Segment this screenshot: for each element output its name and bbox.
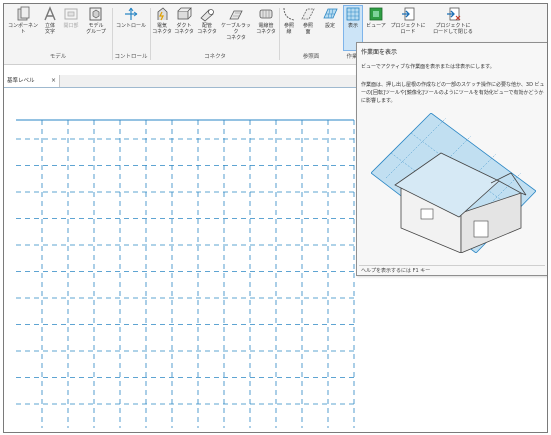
grid-plane-icon bbox=[323, 8, 338, 19]
conduit-label-2: コネクタ bbox=[256, 29, 276, 35]
reference-plane-tool[interactable]: 参照 面 bbox=[298, 6, 318, 50]
model-text-icon bbox=[44, 6, 56, 21]
duct-connector-tool[interactable]: ダクト コネクタ bbox=[173, 6, 195, 50]
ribbon-separator bbox=[279, 8, 280, 60]
reference-plane-icon bbox=[301, 8, 315, 20]
cable-tray-label-2: コネクタ bbox=[226, 35, 246, 41]
show-label: 表示 bbox=[347, 23, 358, 29]
electrical-connector-icon bbox=[157, 7, 168, 21]
ribbon-separator bbox=[150, 8, 151, 60]
component-icon bbox=[17, 6, 30, 21]
set-label: 設定 bbox=[324, 23, 335, 29]
load-and-close-icon bbox=[447, 7, 461, 21]
opening-icon bbox=[64, 8, 78, 20]
model-group-label-2: グループ bbox=[86, 29, 106, 35]
pipe-connector-icon bbox=[200, 9, 214, 22]
group-label-connector: コネクタ bbox=[204, 54, 226, 60]
show-grid-icon bbox=[346, 7, 360, 21]
tooltip-detail: 作業面は、押し出し屋根の作成などの一部のスケッチ操作に必要な他か、3D ビューの… bbox=[361, 82, 545, 104]
tooltip-divider bbox=[359, 265, 545, 266]
tab-ref-level[interactable]: 基準レベル × bbox=[4, 75, 60, 87]
cable-tray-label-1: ケーブルラック bbox=[221, 23, 251, 35]
electrical-connector-tool[interactable]: 電気 コネクタ bbox=[152, 6, 172, 50]
viewer-icon bbox=[369, 7, 383, 21]
group-label-model: モデル bbox=[49, 54, 67, 60]
ref-line-label-2: 線 bbox=[286, 29, 292, 35]
viewer-label: ビューア bbox=[366, 23, 386, 29]
component-label: コンポーネント bbox=[7, 23, 38, 35]
group-label-control: コントロール bbox=[114, 54, 148, 60]
house-work-plane-illustration bbox=[371, 113, 536, 253]
tooltip-title: 作業面を表示 bbox=[361, 49, 398, 56]
opening-label: 開口部 bbox=[63, 23, 79, 29]
load-into-project-icon bbox=[402, 7, 415, 21]
tooltip: 作業面を表示 ビューでアクティブな作業面を表示または非表示にします。 作業面は、… bbox=[356, 42, 547, 276]
tab-label: 基準レベル bbox=[7, 78, 35, 84]
load-close-label-2: ロードして閉じる bbox=[433, 29, 473, 35]
electrical-label-2: コネクタ bbox=[152, 29, 172, 35]
duct-label-2: コネクタ bbox=[174, 29, 194, 35]
pipe-label-2: コネクタ bbox=[197, 29, 217, 35]
model-group-icon bbox=[89, 7, 102, 21]
cable-tray-connector-tool[interactable]: ケーブルラック コネクタ bbox=[219, 6, 253, 50]
pipe-connector-tool[interactable]: 配管 コネクタ bbox=[196, 6, 218, 50]
duct-connector-icon bbox=[177, 7, 192, 20]
model-text-tool[interactable]: 立体 文字 bbox=[41, 6, 59, 50]
tooltip-help-hint: ヘルプを表示するには F1 キー bbox=[361, 268, 431, 274]
application-window: コンポーネント 立体 文字 開口部 モデル グループ モデル コントロール コン… bbox=[3, 3, 548, 433]
reference-line-icon bbox=[283, 7, 295, 21]
conduit-connector-tool[interactable]: 電線管 コネクタ bbox=[254, 6, 278, 50]
control-label: コントロール bbox=[115, 23, 146, 29]
group-label-datum: 参照面 bbox=[302, 54, 320, 60]
tooltip-description: ビューでアクティブな作業面を表示または非表示にします。 bbox=[361, 64, 495, 70]
reference-line-tool[interactable]: 参照 線 bbox=[281, 6, 297, 50]
set-work-plane-tool[interactable]: 設定 bbox=[320, 6, 340, 50]
opening-tool: 開口部 bbox=[60, 6, 82, 50]
ref-plane-label-2: 面 bbox=[305, 29, 311, 35]
model-text-label-2: 文字 bbox=[44, 29, 55, 35]
control-tool[interactable]: コントロール bbox=[115, 6, 147, 50]
component-tool[interactable]: コンポーネント bbox=[6, 6, 40, 50]
model-group-tool[interactable]: モデル グループ bbox=[83, 6, 109, 50]
conduit-connector-icon bbox=[259, 9, 273, 19]
load-project-label-2: ロード bbox=[400, 29, 416, 35]
cable-tray-connector-icon bbox=[229, 10, 243, 20]
ribbon-separator bbox=[112, 8, 113, 60]
control-arrows-icon bbox=[125, 7, 138, 20]
close-icon[interactable]: × bbox=[51, 75, 56, 87]
